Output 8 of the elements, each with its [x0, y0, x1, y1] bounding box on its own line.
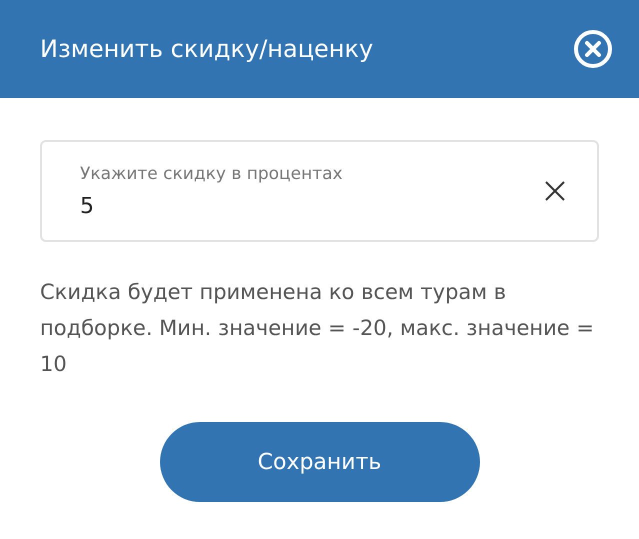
discount-field[interactable]: Укажите скидку в процентах 5 [40, 140, 599, 242]
dialog-title: Изменить скидку/наценку [40, 35, 374, 63]
close-icon[interactable] [573, 29, 613, 69]
clear-icon[interactable] [544, 180, 566, 202]
save-button[interactable]: Сохранить [160, 422, 480, 502]
hint-text: Скидка будет применена ко всем турам в подборке. Мин. значение = -20, макс. значение = 10 [40, 279, 595, 378]
field-value: 5 [80, 194, 95, 218]
field-label: Укажите скидку в процентах [80, 164, 343, 184]
